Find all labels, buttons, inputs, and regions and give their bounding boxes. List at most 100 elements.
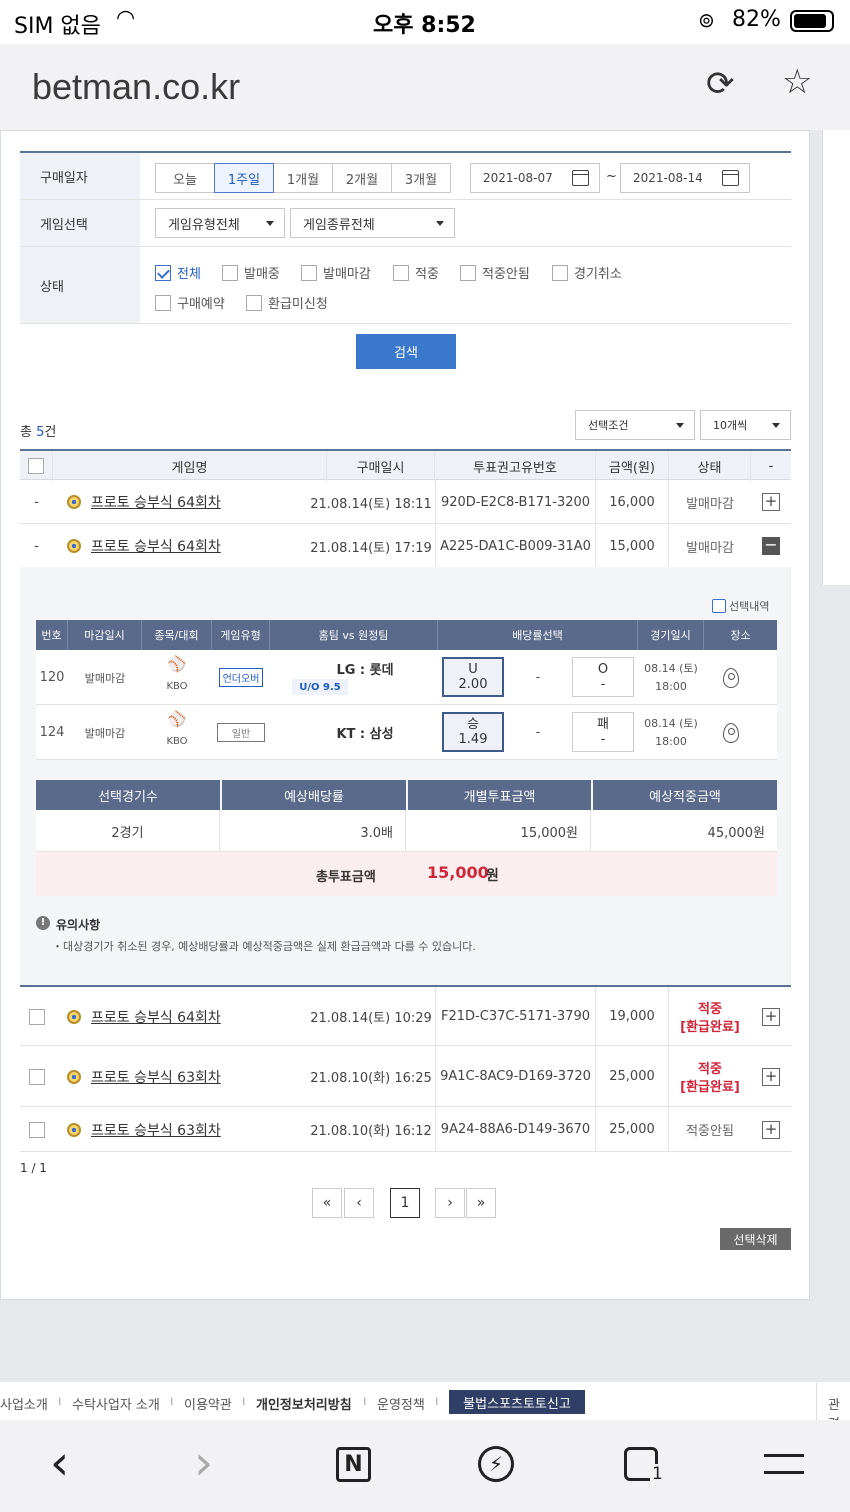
game-cell[interactable]: 프로토 승부식 63회차	[67, 1046, 221, 1107]
game-link[interactable]: 프로토 승부식 63회차	[91, 1067, 221, 1087]
game-type-cell: 일반	[212, 705, 270, 760]
report-button[interactable]: 불법스포츠토토신고	[449, 1390, 585, 1414]
state-all-checkbox[interactable]: 전체	[155, 263, 201, 282]
range-2month-button[interactable]: 2개월	[332, 163, 392, 193]
game-cell[interactable]: 프로토 승부식 64회차	[67, 987, 221, 1046]
total-row: 총투표금액 15,000 원	[36, 852, 777, 896]
next-page-button[interactable]: ›	[435, 1188, 465, 1218]
checkbox-icon[interactable]	[155, 294, 171, 311]
odds-win-button[interactable]: 승 1.49	[442, 712, 504, 752]
sort-select[interactable]: 선택조건	[575, 410, 695, 440]
game-link[interactable]: 프로토 승부식 64회차	[91, 1007, 221, 1027]
footer-link-about[interactable]: 사업소개	[0, 1394, 48, 1413]
state-cancel-checkbox[interactable]: 경기취소	[552, 263, 622, 282]
checkbox-icon[interactable]	[393, 264, 409, 281]
range-1month-button[interactable]: 1개월	[273, 163, 333, 193]
tab-count: 1	[650, 1464, 665, 1484]
game-cell[interactable]: 프로토 승부식 64회차	[67, 524, 221, 568]
game-link[interactable]: 프로토 승부식 64회차	[91, 492, 221, 512]
bookmark-add-icon[interactable]: ☆	[782, 62, 812, 102]
filter-row-game: 게임선택 게임유형전체 게임종류전체	[20, 200, 791, 247]
checkbox-icon[interactable]	[246, 294, 262, 311]
checkbox-icon[interactable]	[28, 1068, 45, 1085]
forward-icon[interactable]: ›	[194, 1438, 213, 1488]
last-page-button[interactable]: »	[466, 1188, 496, 1218]
search-button[interactable]: 검색	[356, 334, 456, 369]
page-1-button[interactable]: 1	[390, 1188, 420, 1218]
range-3month-button[interactable]: 3개월	[391, 163, 451, 193]
game-link[interactable]: 프로토 승부식 64회차	[91, 536, 221, 556]
smart-lens-icon[interactable]: ⚡	[478, 1446, 514, 1482]
state-reserved-checkbox[interactable]: 구매예약	[155, 293, 225, 312]
odds-lose-button[interactable]: 패-	[572, 712, 634, 752]
game-type-tag: 일반	[216, 723, 266, 742]
league: KBO	[166, 680, 188, 692]
map-pin-icon[interactable]	[722, 722, 739, 743]
back-icon[interactable]: ‹	[50, 1438, 69, 1488]
total-prefix: 총	[20, 425, 37, 440]
page-size-select[interactable]: 10개씩	[700, 410, 791, 440]
state-hit-label: 적중	[415, 267, 439, 282]
expand-plus-icon[interactable]: +	[762, 1007, 780, 1026]
checkbox-icon[interactable]	[222, 264, 238, 281]
expand-plus-icon[interactable]: +	[762, 493, 780, 511]
amount: 15,000	[596, 524, 669, 568]
state-closed-checkbox[interactable]: 발매마감	[301, 263, 371, 282]
date-tilde: ~	[606, 169, 617, 184]
filter-row-state: 상태 전체 발매중 발매마감 적중 적중안됨 경기취소 구매예약 환급미신청	[20, 247, 791, 324]
game-cell[interactable]: 프로토 승부식 63회차	[67, 1107, 221, 1152]
state-onsale-checkbox[interactable]: 발매중	[222, 263, 280, 282]
tabs-icon[interactable]: 1	[624, 1447, 665, 1484]
odds-over-button[interactable]: O-	[572, 657, 634, 697]
naver-n-icon[interactable]: N	[336, 1447, 371, 1482]
checkbox-icon[interactable]	[28, 1008, 45, 1025]
footer-link-policy[interactable]: 운영정책	[377, 1394, 425, 1413]
collapse-minus-icon[interactable]: −	[762, 537, 780, 555]
purchase-date: 21.08.10(화) 16:12	[310, 1124, 432, 1139]
state-unrefunded-checkbox[interactable]: 환급미신청	[246, 293, 328, 312]
calendar-icon[interactable]	[722, 170, 739, 186]
checkbox-icon[interactable]	[552, 264, 568, 281]
state-label: 상태	[20, 247, 140, 323]
footer-link-terms[interactable]: 이용약관	[184, 1394, 232, 1413]
state-hit-checkbox[interactable]: 적중	[393, 263, 439, 282]
address-bar[interactable]: betman.co.kr	[32, 66, 240, 108]
delete-selected-button[interactable]: 선택삭제	[720, 1228, 791, 1250]
filter-row-date: 구매일자 오늘 1주일 1개월 2개월 3개월 2021-08-07 ~ 202…	[20, 153, 791, 200]
date-to-field[interactable]: 2021-08-14	[620, 163, 750, 193]
expand-cell: +	[751, 987, 791, 1046]
checkbox-icon[interactable]	[712, 599, 726, 613]
checkbox-icon[interactable]	[28, 1121, 45, 1138]
col-ticket-id: 투표권고유번호	[435, 451, 596, 481]
checkbox-icon[interactable]	[460, 264, 476, 281]
state-miss-checkbox[interactable]: 적중안됨	[460, 263, 530, 282]
map-pin-icon[interactable]	[722, 667, 739, 688]
menu-icon[interactable]	[764, 1454, 804, 1474]
range-today-button[interactable]: 오늘	[155, 163, 215, 193]
checkbox-checked-icon[interactable]	[155, 264, 171, 281]
sort-value: 선택조건	[588, 419, 629, 432]
date-label: 구매일자	[20, 153, 140, 199]
odds-under-button[interactable]: U 2.00	[442, 657, 504, 697]
game-cell[interactable]: 프로토 승부식 64회차	[67, 480, 221, 524]
calendar-icon[interactable]	[572, 170, 589, 186]
proto-logo-icon	[67, 495, 81, 509]
range-week-button[interactable]: 1주일	[214, 163, 274, 193]
prev-page-button[interactable]: ‹	[344, 1188, 374, 1218]
reload-icon[interactable]: ⟳	[706, 64, 744, 104]
footer-link-contractor[interactable]: 수탁사업자 소개	[72, 1394, 160, 1413]
game-kind-select[interactable]: 게임종류전체	[290, 208, 455, 238]
checkbox-icon[interactable]	[28, 458, 44, 474]
odds-label: 패	[597, 717, 609, 732]
expand-plus-icon[interactable]: +	[762, 1120, 780, 1139]
expand-plus-icon[interactable]: +	[762, 1067, 780, 1086]
checkbox-icon[interactable]	[301, 264, 317, 281]
footer-link-privacy[interactable]: 개인정보처리방침	[256, 1394, 352, 1413]
date-from-field[interactable]: 2021-08-07	[470, 163, 600, 193]
game-type-select[interactable]: 게임유형전체	[155, 208, 285, 238]
game-link[interactable]: 프로토 승부식 63회차	[91, 1120, 221, 1140]
first-page-button[interactable]: «	[312, 1188, 342, 1218]
game-type-value: 게임유형전체	[168, 217, 240, 233]
selection-details-checkbox[interactable]: 선택내역	[712, 598, 769, 614]
odds-draw: -	[535, 669, 541, 685]
